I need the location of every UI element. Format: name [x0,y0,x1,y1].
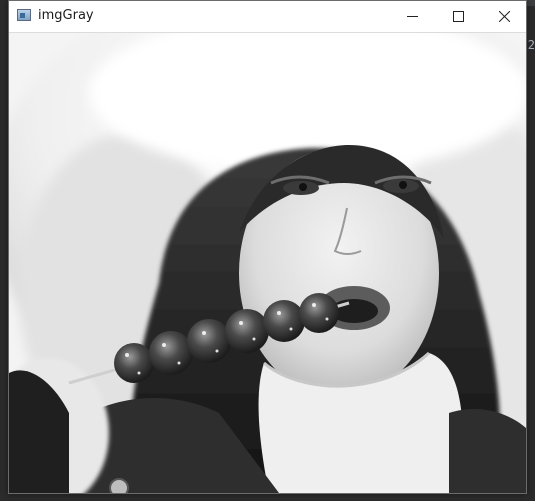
editor-partial-text: 2 [527,38,535,52]
maximize-icon [453,11,464,22]
app-window-icon [17,9,31,21]
maximize-button[interactable] [436,1,482,31]
grayscale-photo [9,33,526,493]
close-icon [499,11,510,22]
image-canvas [9,33,526,493]
window-titlebar[interactable]: imgGray [9,1,526,33]
minimize-icon [407,16,418,17]
window-title: imgGray [38,8,94,23]
minimize-button[interactable] [390,1,436,31]
close-button[interactable] [482,1,528,31]
image-window: imgGray [8,0,527,494]
